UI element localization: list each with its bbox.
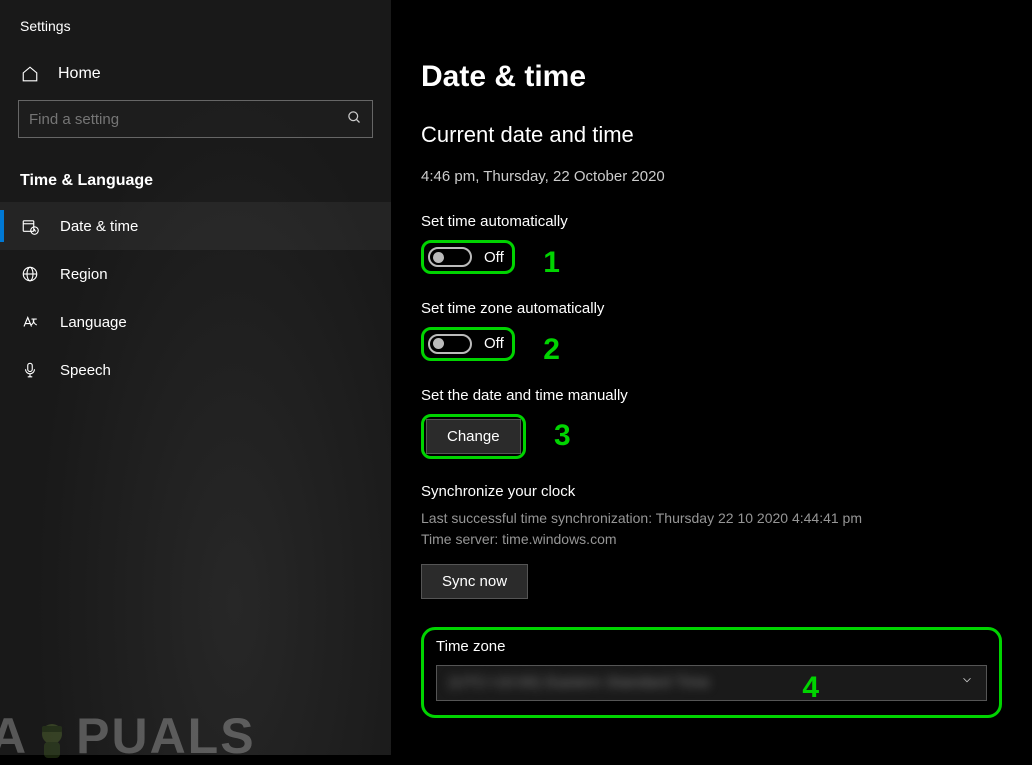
annotation-number-4: 4 (802, 671, 819, 705)
sync-now-button[interactable]: Sync now (421, 564, 528, 599)
main-content: Date & time Current date and time 4:46 p… (391, 0, 1032, 755)
sidebar-item-speech[interactable]: Speech (0, 346, 391, 394)
sync-section: Synchronize your clock Last successful t… (421, 483, 1002, 599)
set-time-auto-toggle[interactable] (428, 247, 472, 267)
current-datetime: 4:46 pm, Thursday, 22 October 2020 (421, 168, 1002, 185)
toggle-state: Off (484, 335, 504, 352)
annotation-box-3: Change (421, 414, 526, 459)
sidebar-item-language[interactable]: Language (0, 298, 391, 346)
page-title: Date & time (421, 60, 1002, 94)
search-input[interactable] (29, 111, 347, 128)
timezone-label: Time zone (436, 638, 987, 655)
annotation-box-2: Off (421, 327, 515, 361)
set-manual-label: Set the date and time manually (421, 387, 1002, 404)
timezone-value: (UTC+10:00) Eastern Standard Time (449, 674, 710, 691)
search-icon (347, 110, 362, 129)
chevron-down-icon (960, 673, 974, 692)
set-time-auto-block: Set time automatically Off 1 (421, 213, 1002, 280)
set-time-auto-label: Set time automatically (421, 213, 1002, 230)
sidebar-item-date-time[interactable]: Date & time (0, 202, 391, 250)
annotation-box-4: Time zone (UTC+10:00) Eastern Standard T… (421, 627, 1002, 718)
timezone-dropdown[interactable]: (UTC+10:00) Eastern Standard Time (436, 665, 987, 701)
search-box[interactable] (18, 100, 373, 138)
sidebar-home[interactable]: Home (0, 54, 391, 100)
home-icon (20, 64, 40, 84)
sync-server: Time server: time.windows.com (421, 529, 1002, 550)
sidebar: Settings Home Time & Language Date & tim… (0, 0, 391, 755)
sidebar-item-label: Language (60, 314, 127, 331)
sidebar-item-label: Region (60, 266, 108, 283)
category-header: Time & Language (0, 158, 391, 202)
sync-title: Synchronize your clock (421, 483, 1002, 500)
annotation-number-1: 1 (543, 246, 560, 280)
app-title: Settings (0, 18, 391, 54)
set-manual-block: Set the date and time manually Change 3 (421, 387, 1002, 459)
change-button[interactable]: Change (426, 419, 521, 454)
timezone-section: Time zone (UTC+10:00) Eastern Standard T… (421, 627, 1002, 718)
globe-icon (20, 264, 40, 284)
sidebar-item-label: Date & time (60, 218, 138, 235)
annotation-box-1: Off (421, 240, 515, 274)
microphone-icon (20, 360, 40, 380)
set-tz-auto-label: Set time zone automatically (421, 300, 1002, 317)
sidebar-item-label: Speech (60, 362, 111, 379)
watermark: APUALS (0, 707, 256, 765)
set-tz-auto-toggle[interactable] (428, 334, 472, 354)
sync-last: Last successful time synchronization: Th… (421, 508, 1002, 529)
language-icon (20, 312, 40, 332)
sync-info: Last successful time synchronization: Th… (421, 508, 1002, 550)
section-title: Current date and time (421, 122, 1002, 148)
home-label: Home (58, 65, 101, 83)
set-tz-auto-block: Set time zone automatically Off 2 (421, 300, 1002, 367)
annotation-number-3: 3 (554, 419, 571, 453)
calendar-clock-icon (20, 216, 40, 236)
annotation-number-2: 2 (543, 333, 560, 367)
toggle-state: Off (484, 249, 504, 266)
sidebar-item-region[interactable]: Region (0, 250, 391, 298)
